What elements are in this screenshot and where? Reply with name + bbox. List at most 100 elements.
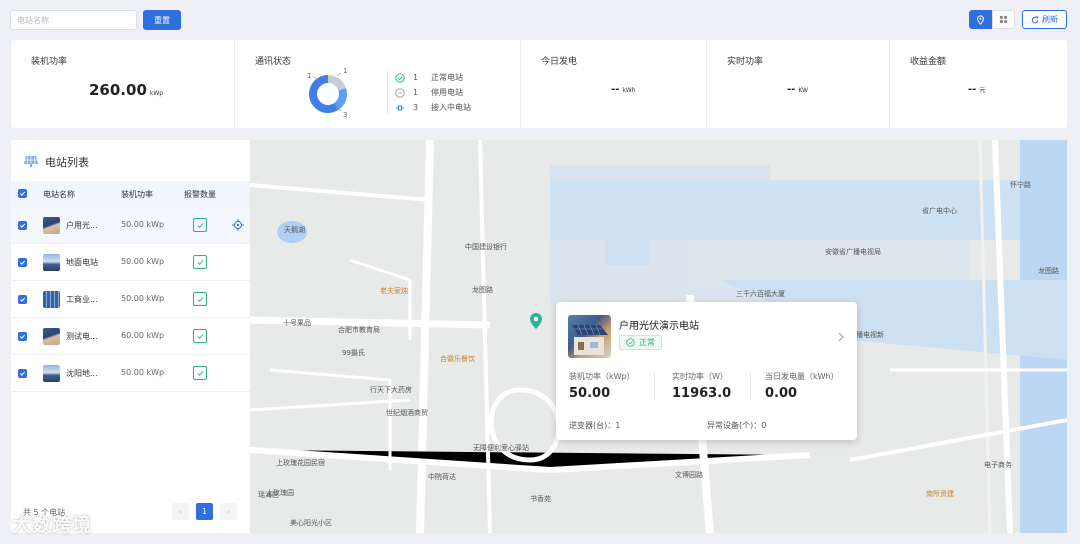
- comm-count-connecting: 3: [413, 103, 419, 112]
- popup-inverter-count: 逆变器(台)：1: [569, 421, 621, 430]
- watermark-logo: 大数跨境: [12, 514, 93, 536]
- comm-item-disabled: 1 停用电站: [395, 87, 463, 98]
- column-alarm-count: 报警数量: [184, 190, 216, 199]
- select-all-checkbox[interactable]: [18, 189, 27, 198]
- map-label: 99摄氏: [342, 349, 365, 357]
- station-name: 户用光...: [66, 221, 98, 230]
- comm-item-normal: 1 正常电站: [395, 72, 463, 83]
- popup-status-badge: 正常: [619, 335, 662, 350]
- map-label: 龙图路: [472, 286, 493, 294]
- today-gen-card: 今日发电 -- kWh: [521, 40, 707, 128]
- alarm-check-icon[interactable]: [193, 255, 207, 269]
- station-row[interactable]: 地面电站 50.00 kWp: [11, 244, 250, 281]
- station-thumbnail: [43, 217, 60, 234]
- station-list-title: 电站列表: [45, 156, 89, 169]
- alarm-check-icon[interactable]: [193, 366, 207, 380]
- station-thumbnail: [43, 291, 60, 308]
- map-pin-icon: [977, 14, 984, 25]
- comm-label-normal: 正常电站: [431, 73, 463, 82]
- map-label: 合肥市教育局: [338, 326, 380, 334]
- popup-metric-installed-label: 装机功率（kWp）: [569, 372, 635, 381]
- comm-label-connecting: 接入中电站: [431, 103, 471, 112]
- station-power: 60.00 kWp: [121, 331, 165, 340]
- popup-metric-realtime-value: 11963.0: [672, 386, 732, 401]
- next-page-button[interactable]: ›: [220, 503, 237, 520]
- grid-view-toggle[interactable]: [992, 10, 1015, 29]
- donut-label-top: 1: [343, 67, 347, 75]
- row-checkbox[interactable]: [18, 221, 27, 230]
- reset-button[interactable]: 重置: [143, 10, 181, 30]
- station-table-header: 电站名称 装机功率 报警数量: [11, 181, 250, 207]
- alarm-check-icon[interactable]: [193, 329, 207, 343]
- row-checkbox[interactable]: [18, 369, 27, 378]
- plug-icon: [396, 105, 404, 110]
- station-power: 50.00 kWp: [121, 220, 165, 229]
- station-list-panel: 电站列表 电站名称 装机功率 报警数量 户用光... 50.00 kWp 地面电…: [11, 140, 250, 533]
- station-photo: [568, 315, 611, 358]
- stats-panel: 装机功率 260.00 kWp 通讯状态 1 1 3 1 正常电站 1 停用电站 …: [11, 40, 1067, 128]
- map-label: 三千六百福大厦: [736, 290, 785, 298]
- refresh-label: 刷新: [1042, 15, 1058, 24]
- map-label: 瑶海区: [258, 491, 279, 499]
- station-row[interactable]: 沈阳地... 50.00 kWp: [11, 355, 250, 392]
- station-info-popup: 户用光伏演示电站 正常 装机功率（kWp） 50.00 实时功率（W） 1196…: [556, 302, 857, 440]
- map-label: 龙图路: [1038, 267, 1059, 275]
- comm-donut-chart: 1 1 3: [307, 67, 347, 119]
- realtime-power-value: -- KW: [787, 84, 808, 95]
- locate-icon[interactable]: [232, 219, 244, 231]
- station-search-input[interactable]: [10, 10, 137, 30]
- row-checkbox[interactable]: [18, 295, 27, 304]
- check-circle-icon: [395, 72, 405, 83]
- comm-label-disabled: 停用电站: [431, 88, 463, 97]
- map-label: 怀宁路: [1010, 181, 1031, 189]
- income-card: 收益金额 -- 元: [890, 40, 1067, 128]
- station-marker-icon[interactable]: [529, 312, 543, 330]
- map-view-toggle[interactable]: [969, 10, 992, 29]
- station-thumbnail: [43, 365, 60, 382]
- row-checkbox[interactable]: [18, 332, 27, 341]
- popup-status-text: 正常: [639, 338, 655, 347]
- minus-circle-icon: [395, 87, 405, 98]
- station-row[interactable]: 户用光... 50.00 kWp: [11, 207, 250, 244]
- comm-count-disabled: 1: [413, 88, 419, 97]
- map-label: 美心阳光小区: [290, 519, 332, 527]
- comm-item-connecting: 3 接入中电站: [395, 102, 471, 113]
- station-name: 沈阳地...: [66, 369, 98, 378]
- map-label: 文博园路: [675, 471, 703, 479]
- refresh-icon: [1031, 15, 1039, 23]
- refresh-button[interactable]: 刷新: [1022, 10, 1067, 29]
- realtime-power-title: 实时功率: [727, 57, 764, 67]
- station-power: 50.00 kWp: [121, 294, 165, 303]
- comm-count-normal: 1: [413, 73, 419, 82]
- map-label: 无障便利爱心驿站: [473, 444, 529, 452]
- map-label: 安徽省广播电视局: [825, 248, 881, 256]
- popup-metric-installed-value: 50.00: [569, 386, 611, 401]
- comm-divider: [387, 70, 388, 114]
- installed-power-title: 装机功率: [31, 57, 68, 67]
- station-name: 测试电...: [66, 332, 98, 341]
- donut-label-bottom: 3: [343, 111, 347, 119]
- popup-metric-today-label: 当日发电量（kWh）: [765, 372, 839, 381]
- grid-icon: [999, 15, 1008, 24]
- map-label: 合徽乐餐饮: [440, 355, 475, 363]
- chevron-right-icon[interactable]: [837, 332, 845, 342]
- page-number-button[interactable]: 1: [196, 503, 213, 520]
- prev-page-button[interactable]: ‹: [172, 503, 189, 520]
- column-station-name: 电站名称: [43, 190, 75, 199]
- popup-abnormal-count: 异常设备(个)：0: [707, 421, 767, 430]
- today-gen-title: 今日发电: [541, 57, 578, 67]
- row-checkbox[interactable]: [18, 258, 27, 267]
- map-label: 上玫瑰花园民宿: [276, 459, 325, 467]
- today-gen-value: -- kWh: [611, 84, 636, 95]
- station-power: 50.00 kWp: [121, 368, 165, 377]
- map-label: 书香苑: [530, 495, 551, 503]
- station-row[interactable]: 工商业... 50.00 kWp: [11, 281, 250, 318]
- popup-station-title: 户用光伏演示电站: [619, 321, 699, 332]
- income-title: 收益金额: [910, 57, 947, 67]
- alarm-check-icon[interactable]: [193, 218, 207, 232]
- alarm-check-icon[interactable]: [193, 292, 207, 306]
- popup-divider-2: [750, 372, 751, 400]
- station-power: 50.00 kWp: [121, 257, 165, 266]
- station-row[interactable]: 测试电... 60.00 kWp: [11, 318, 250, 355]
- installed-power-card: 装机功率 260.00 kWp: [11, 40, 235, 128]
